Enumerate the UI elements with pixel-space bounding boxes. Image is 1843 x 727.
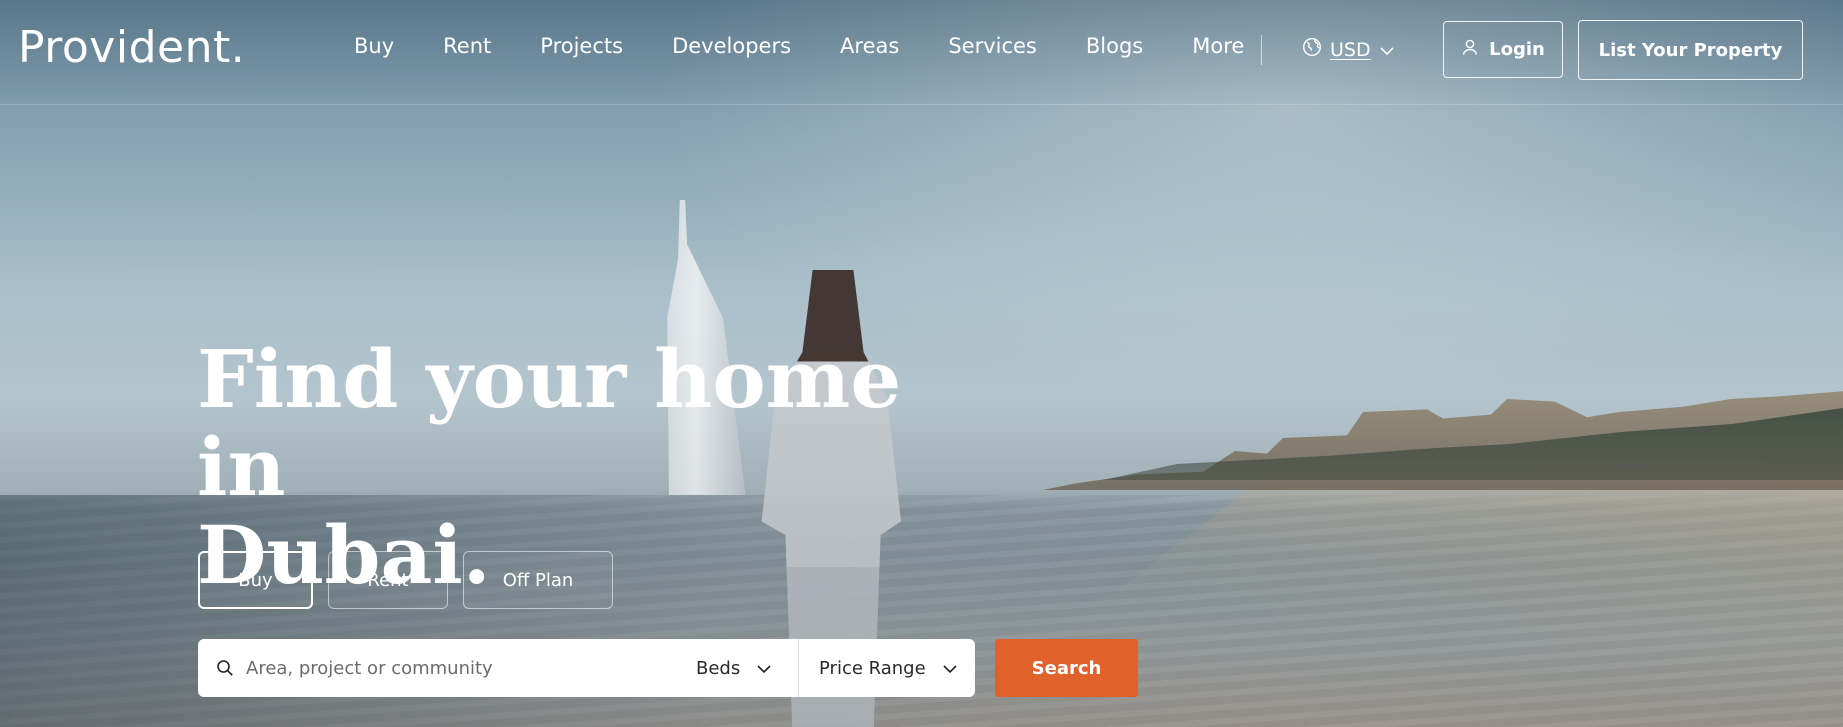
brand-logo[interactable]: Provident. <box>18 22 245 73</box>
tab-off-plan[interactable]: Off Plan <box>463 551 613 609</box>
nav-item-more[interactable]: More <box>1192 34 1244 58</box>
chevron-down-icon <box>942 658 958 679</box>
beds-dropdown[interactable]: Beds <box>686 639 798 697</box>
location-search-input[interactable] <box>246 648 686 688</box>
nav-item-developers[interactable]: Developers <box>672 34 791 58</box>
main-nav: Buy Rent Projects Developers Areas Servi… <box>354 34 1293 58</box>
nav-item-projects[interactable]: Projects <box>540 34 623 58</box>
tab-rent[interactable]: Rent <box>328 551 448 609</box>
globe-icon <box>1302 37 1322 62</box>
price-range-dropdown[interactable]: Price Range <box>798 639 974 697</box>
search-button[interactable]: Search <box>995 639 1138 697</box>
price-range-label: Price Range <box>819 657 926 679</box>
nav-item-services[interactable]: Services <box>948 34 1037 58</box>
property-search-bar: Beds Price Range <box>198 639 975 697</box>
user-icon <box>1461 38 1479 61</box>
nav-item-areas[interactable]: Areas <box>840 34 899 58</box>
login-label: Login <box>1489 39 1545 60</box>
nav-item-blogs[interactable]: Blogs <box>1086 34 1143 58</box>
chevron-down-icon <box>756 658 772 679</box>
nav-item-rent[interactable]: Rent <box>443 34 491 58</box>
nav-divider <box>1261 35 1262 65</box>
beds-label: Beds <box>696 657 741 679</box>
list-property-button[interactable]: List Your Property <box>1578 20 1803 80</box>
currency-selector[interactable]: USD <box>1302 37 1395 62</box>
currency-code: USD <box>1330 38 1371 61</box>
site-header: Provident. Buy Rent Projects Developers … <box>0 0 1843 105</box>
tab-buy[interactable]: Buy <box>198 551 313 609</box>
hero-headline-line1: Find your home in <box>197 332 902 514</box>
login-button[interactable]: Login <box>1443 21 1563 78</box>
search-type-tabs: Buy Rent Off Plan <box>198 551 613 609</box>
chevron-down-icon <box>1379 39 1395 61</box>
nav-item-buy[interactable]: Buy <box>354 34 394 58</box>
search-icon <box>198 659 246 677</box>
